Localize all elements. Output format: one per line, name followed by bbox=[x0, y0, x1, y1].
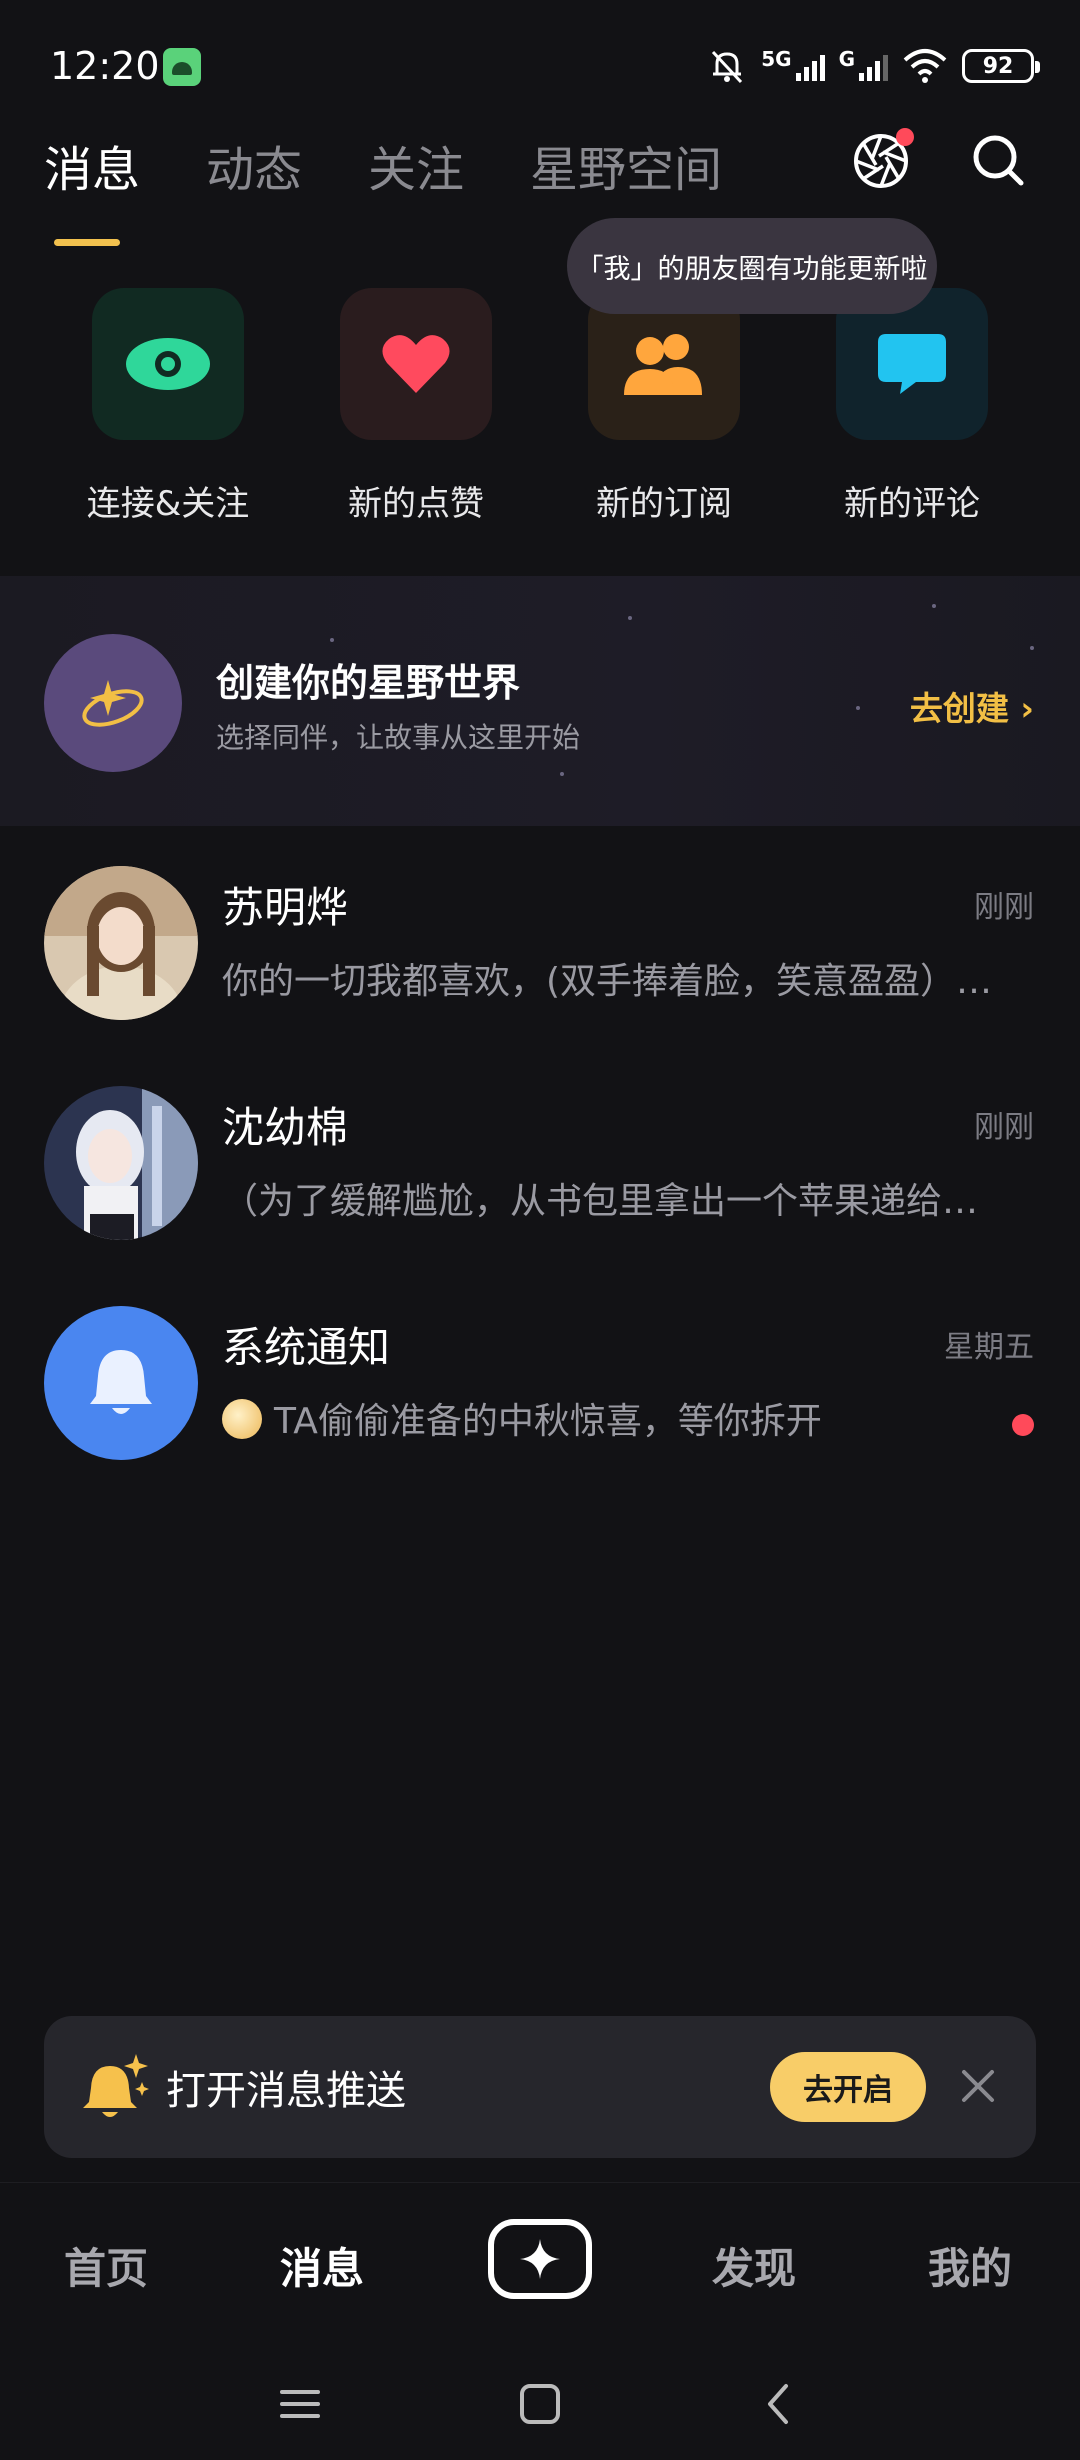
heart-icon bbox=[382, 335, 450, 393]
sparkle-planet-icon bbox=[82, 680, 144, 727]
star-world-avatar bbox=[44, 634, 182, 772]
mute-bell-icon bbox=[712, 50, 743, 84]
quick-new-likes[interactable]: 新的点赞 bbox=[292, 288, 540, 525]
quick-label: 新的评论 bbox=[844, 484, 980, 524]
tab-following[interactable]: 关注 bbox=[368, 130, 464, 200]
notification-prompt-text: 打开消息推送 bbox=[166, 2068, 406, 2114]
chat-time: 星期五 bbox=[944, 1330, 1034, 1365]
feature-update-tooltip[interactable]: 「我」的朋友圈有功能更新啦 bbox=[567, 218, 937, 314]
tab-star-space[interactable]: 星野空间 bbox=[530, 130, 722, 200]
eye-icon bbox=[126, 338, 210, 390]
network-label-2: G bbox=[838, 47, 855, 71]
android-notification-icon bbox=[163, 48, 201, 86]
nav-discover[interactable]: 发现 bbox=[712, 2235, 796, 2296]
tab-label: 关注 bbox=[368, 142, 465, 198]
menu-icon[interactable] bbox=[276, 2380, 324, 2428]
create-world-banner[interactable]: 创建你的星野世界 选择同伴，让故事从这里开始 去创建 › bbox=[0, 576, 1080, 826]
chat-name: 系统通知 bbox=[222, 1323, 391, 1372]
signal-icon-2 bbox=[859, 51, 888, 81]
unread-dot bbox=[1012, 1414, 1034, 1436]
quick-label: 连接&关注 bbox=[86, 484, 250, 524]
enable-notifications-button[interactable]: 去开启 bbox=[770, 2052, 926, 2122]
search-icon[interactable] bbox=[970, 132, 1026, 188]
create-button[interactable]: 去创建 › bbox=[910, 682, 1034, 730]
network-label: 5G bbox=[761, 47, 792, 71]
tab-label: 动态 bbox=[206, 142, 303, 198]
chat-preview: （为了缓解尴尬，从书包里拿出一个苹果递给… bbox=[222, 1181, 979, 1222]
tab-label: 星野空间 bbox=[530, 142, 723, 198]
quick-label: 新的点赞 bbox=[348, 484, 484, 524]
push-notification-prompt: 打开消息推送 去开启 bbox=[44, 2016, 1036, 2158]
nav-home[interactable]: 首页 bbox=[64, 2235, 148, 2296]
quick-icon-box bbox=[92, 288, 244, 440]
tab-messages[interactable]: 消息 bbox=[44, 130, 141, 246]
bottom-nav: 首页 消息 发现 我的 bbox=[0, 2182, 1080, 2332]
chat-item-system[interactable]: 系统通知 星期五 TA偷偷准备的中秋惊喜，等你拆开 bbox=[0, 1296, 1080, 1496]
system-navigation bbox=[0, 2350, 1080, 2460]
nav-me[interactable]: 我的 bbox=[928, 2235, 1012, 2296]
avatar bbox=[44, 866, 198, 1020]
chat-item[interactable]: 苏明烨 刚刚 你的一切我都喜欢，(双手捧着脸，笑意盈盈）… bbox=[0, 856, 1080, 1056]
comment-icon bbox=[878, 334, 946, 394]
bell-sparkle-icon bbox=[83, 2054, 149, 2117]
quick-label: 新的订阅 bbox=[596, 484, 732, 524]
top-tabs: 消息 动态 关注 星野空间 bbox=[44, 130, 722, 246]
battery-indicator: 92 bbox=[962, 49, 1040, 83]
star-decoration bbox=[330, 638, 334, 642]
banner-title: 创建你的星野世界 bbox=[216, 661, 521, 705]
chat-preview-wrap: TA偷偷准备的中秋惊喜，等你拆开 bbox=[222, 1392, 1012, 1444]
moon-icon bbox=[222, 1399, 262, 1439]
bell-icon bbox=[90, 1350, 152, 1414]
chat-preview: 你的一切我都喜欢，(双手捧着脸，笑意盈盈）… bbox=[222, 961, 993, 1002]
back-icon[interactable] bbox=[756, 2380, 804, 2428]
active-tab-indicator bbox=[54, 239, 120, 246]
notification-dot bbox=[896, 128, 914, 146]
star-decoration bbox=[560, 772, 564, 776]
quick-actions: 连接&关注 新的点赞 新的订阅 新的评论 bbox=[0, 288, 1080, 525]
status-icons: 5G G 92 bbox=[707, 44, 1040, 88]
close-icon[interactable] bbox=[958, 2066, 998, 2106]
star-decoration bbox=[856, 706, 860, 710]
tab-label: 消息 bbox=[44, 142, 141, 198]
chat-time: 刚刚 bbox=[974, 1110, 1034, 1145]
tab-moments[interactable]: 动态 bbox=[206, 130, 302, 200]
portrait-avatar bbox=[44, 1086, 198, 1240]
chat-preview: TA偷偷准备的中秋惊喜，等你拆开 bbox=[274, 1401, 822, 1442]
users-icon bbox=[624, 334, 702, 395]
portrait-avatar bbox=[44, 866, 198, 1020]
chat-time: 刚刚 bbox=[974, 890, 1034, 925]
status-bar: 12:20 5G G 92 bbox=[0, 0, 1080, 130]
sparkle-icon bbox=[520, 2239, 560, 2279]
star-decoration bbox=[1030, 646, 1034, 650]
quick-new-subscriptions[interactable]: 新的订阅 bbox=[540, 288, 788, 525]
avatar bbox=[44, 1306, 198, 1460]
avatar bbox=[44, 1086, 198, 1240]
chat-item[interactable]: 沈幼棉 刚刚 （为了缓解尴尬，从书包里拿出一个苹果递给… bbox=[0, 1076, 1080, 1276]
quick-connect-follow[interactable]: 连接&关注 bbox=[44, 288, 292, 525]
star-decoration bbox=[628, 616, 632, 620]
banner-subtitle: 选择同伴，让故事从这里开始 bbox=[216, 721, 581, 754]
star-decoration bbox=[932, 604, 936, 608]
signal-icon bbox=[795, 51, 825, 81]
quick-icon-box bbox=[340, 288, 492, 440]
chat-name: 苏明烨 bbox=[222, 883, 349, 932]
nav-messages[interactable]: 消息 bbox=[280, 2235, 364, 2296]
chat-name: 沈幼棉 bbox=[222, 1103, 349, 1152]
home-icon[interactable] bbox=[516, 2380, 564, 2428]
quick-new-comments[interactable]: 新的评论 bbox=[788, 288, 1036, 525]
wifi-icon bbox=[903, 49, 947, 83]
status-time: 12:20 bbox=[50, 44, 160, 88]
create-button-center[interactable] bbox=[488, 2219, 592, 2299]
